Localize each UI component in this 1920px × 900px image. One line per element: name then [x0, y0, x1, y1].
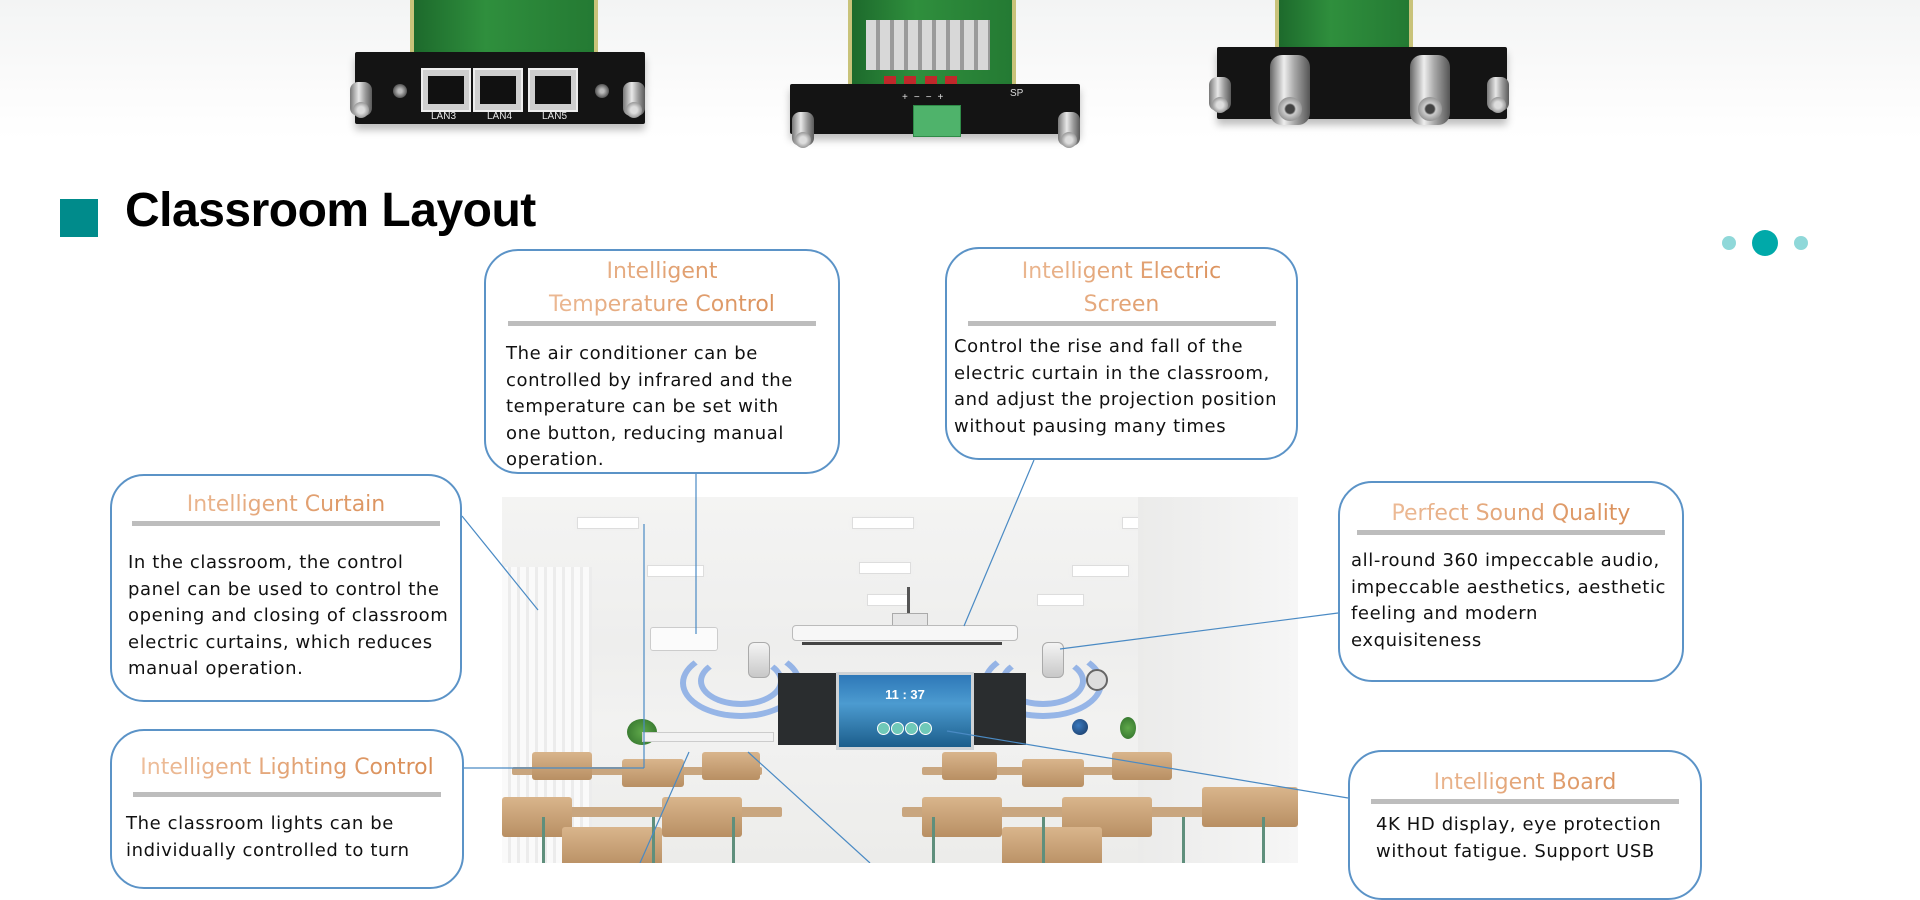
- terminal-marks: +−−+: [902, 92, 950, 103]
- pager-dot-2-active[interactable]: [1752, 230, 1778, 256]
- title-divider: [967, 321, 1276, 326]
- callout-body: The air conditioner can be controlled by…: [506, 343, 793, 470]
- teacher-desk: [642, 732, 774, 742]
- classroom-photo: 11 : 37: [502, 497, 1298, 863]
- callout-title: Intelligent Temperature Control: [486, 255, 838, 321]
- bnc-module-image: [1205, 0, 1525, 135]
- callout-body: 4K HD display, eye protection without fa…: [1376, 814, 1662, 862]
- callout-title: Perfect Sound Quality: [1340, 497, 1682, 530]
- callout-title: Intelligent Curtain: [112, 488, 460, 521]
- callout-curtain: Intelligent Curtain In the classroom, th…: [110, 474, 462, 702]
- callout-title: Intelligent Electric Screen: [947, 255, 1296, 321]
- callout-body: In the classroom, the control panel can …: [128, 552, 449, 679]
- callout-temperature-control: Intelligent Temperature Control The air …: [484, 249, 840, 474]
- sp-label: SP: [1010, 88, 1024, 99]
- title-divider: [1357, 530, 1665, 535]
- callout-lighting-control: Intelligent Lighting Control The classro…: [110, 729, 464, 889]
- bnc-connector-2: [1410, 55, 1450, 125]
- port-label-lan4: LAN4: [487, 111, 513, 122]
- callout-body: The classroom lights can be individually…: [126, 813, 410, 861]
- bnc-connector-1: [1270, 55, 1310, 125]
- board-clock: 11 : 37: [885, 687, 925, 702]
- section-marker: [60, 199, 98, 237]
- callout-sound-quality: Perfect Sound Quality all-round 360 impe…: [1338, 481, 1684, 682]
- product-image-strip: LAN3 LAN4 LAN5 +−−+ SP: [0, 0, 1920, 148]
- port-label-lan5: LAN5: [542, 111, 568, 122]
- pager-dot-1[interactable]: [1722, 236, 1736, 250]
- lan-module-image: LAN3 LAN4 LAN5: [345, 0, 665, 135]
- air-conditioner: [650, 627, 718, 651]
- amplifier-module-image: +−−+ SP: [780, 0, 1100, 148]
- title-divider: [1371, 799, 1679, 804]
- title-divider: [132, 521, 440, 526]
- speaker-terminal: [913, 105, 961, 137]
- pager-dot-3[interactable]: [1794, 236, 1808, 250]
- title-divider: [133, 792, 441, 797]
- callout-body: all-round 360 impeccable audio, impeccab…: [1351, 550, 1667, 651]
- callout-electric-screen: Intelligent Electric Screen Control the …: [945, 247, 1298, 460]
- electric-screen: [792, 625, 1018, 641]
- callout-smart-board: Intelligent Board 4K HD display, eye pro…: [1348, 750, 1702, 900]
- speaker-right: [1042, 642, 1064, 678]
- section-title: Classroom Layout: [125, 184, 536, 237]
- carousel-pager: [1722, 230, 1812, 256]
- smart-board: 11 : 37: [836, 672, 974, 750]
- callout-title: Intelligent Lighting Control: [112, 751, 462, 784]
- speaker-left: [748, 642, 770, 678]
- callout-title: Intelligent Board: [1350, 766, 1700, 799]
- title-divider: [508, 321, 816, 326]
- port-label-lan3: LAN3: [431, 111, 457, 122]
- callout-body: Control the rise and fall of the electri…: [954, 336, 1278, 437]
